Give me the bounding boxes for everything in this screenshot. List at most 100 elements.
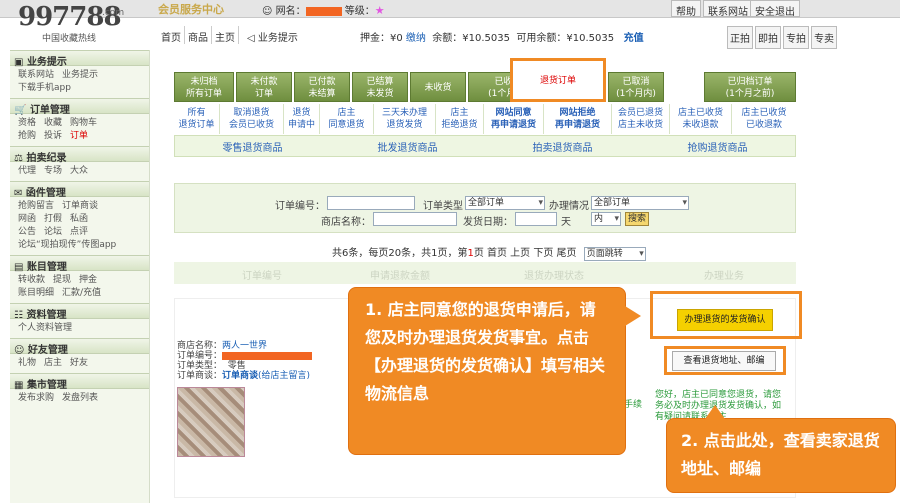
tab-cancelled[interactable]: 已取消 (1个月内): [608, 72, 664, 102]
tab3-wholesale[interactable]: 批发退货商品: [330, 139, 485, 154]
sidebar-head-market[interactable]: ▦ 集市管理: [10, 373, 149, 391]
tab-line: 未收货: [424, 83, 452, 93]
view-return-address-button[interactable]: 查看退货地址、邮编: [672, 351, 776, 371]
sidebar-link[interactable]: 账目明细: [18, 288, 54, 298]
sidebar-link[interactable]: 资格: [18, 118, 36, 128]
pay-deposit-link[interactable]: 缴纳: [406, 33, 426, 44]
tab2-not-refunded[interactable]: 店主已收货 未收退款: [670, 104, 732, 134]
user-label: 网名：: [275, 6, 306, 17]
within-select[interactable]: 内: [591, 212, 621, 226]
sidebar-link[interactable]: 业务提示: [62, 70, 98, 80]
sidebar-link[interactable]: 大众: [70, 166, 88, 176]
product-thumbnail[interactable]: [177, 387, 245, 457]
sidebar-link[interactable]: 汇款/充值: [62, 288, 101, 298]
help-link[interactable]: 帮助: [671, 0, 701, 18]
sidebar-link[interactable]: 投诉: [44, 131, 62, 141]
pager-nav[interactable]: 页 首页 上页 下页 尾页: [474, 248, 577, 259]
sidebar-link[interactable]: 联系网站: [18, 70, 54, 80]
nav-zhengpai[interactable]: 正拍: [727, 26, 753, 49]
tab-line: 退货订单: [178, 120, 215, 130]
sidebar-link[interactable]: 发布求购: [18, 393, 54, 403]
tab3-retail[interactable]: 零售退货商品: [175, 139, 330, 154]
sidebar-link[interactable]: 打假: [44, 214, 62, 224]
tab-line: 退货订单: [539, 76, 576, 86]
sidebar-link[interactable]: 抢购: [18, 131, 36, 141]
confirm-return-shipment-button[interactable]: 办理退货的发货确认: [677, 309, 773, 331]
sidebar-link[interactable]: 个人资料管理: [18, 323, 72, 333]
tab3-rush[interactable]: 抢购退货商品: [640, 139, 795, 154]
tab-archived[interactable]: 已归档订单 (1个月之前): [704, 72, 796, 102]
tab-return-orders[interactable]: 退货订单: [510, 58, 606, 102]
sidebar-link[interactable]: 代理: [18, 166, 36, 176]
tab3-auction[interactable]: 拍卖退货商品: [485, 139, 640, 154]
sidebar-link[interactable]: 论坛: [44, 227, 62, 237]
tab2-three-days[interactable]: 三天未办理 退货发货: [374, 104, 436, 134]
tab-line: (1个月内): [616, 89, 656, 99]
tab-settled-unshipped[interactable]: 已结算 未发货: [352, 72, 408, 102]
tab2-all-returns[interactable]: 所有 退货订单: [174, 104, 220, 134]
sidebar-link[interactable]: 网函: [18, 214, 36, 224]
nav-home[interactable]: 首页: [158, 26, 185, 44]
sidebar-link[interactable]: 论坛“现拍现传”传图app: [18, 240, 116, 250]
sidebar-link-orders[interactable]: 订单: [70, 131, 88, 141]
order-chat-link[interactable]: 订单商谈: [222, 371, 258, 381]
order-type-select[interactable]: 全部订单: [465, 196, 545, 210]
sidebar-link[interactable]: 押金: [79, 275, 97, 285]
tab-unarchived-all[interactable]: 未归档 所有订单: [174, 72, 234, 102]
sidebar-link[interactable]: 专场: [44, 166, 62, 176]
nav-zhuanmai[interactable]: 专卖: [811, 26, 837, 49]
sidebar-head-tips[interactable]: ▣ 业务提示: [10, 50, 149, 68]
sidebar-head-letters[interactable]: ✉ 函件管理: [10, 181, 149, 199]
tab2-cancel-return[interactable]: 取消退货 会员已收货: [220, 104, 284, 134]
sidebar-link[interactable]: 购物车: [70, 118, 97, 128]
nav-jipai[interactable]: 即拍: [755, 26, 781, 49]
main-nav: 首页 商品 主页 ◁ 业务提示 押金：¥0 缴纳 余额：¥10.5035 可用余…: [158, 26, 800, 46]
sidebar-link[interactable]: 收藏: [44, 118, 62, 128]
sidebar-head-friends[interactable]: ☺ 好友管理: [10, 338, 149, 356]
callout-step1: 1. 店主同意您的退货申请后，请您及时办理退货发货事宜。点击【办理退货的发货确认…: [348, 287, 641, 455]
tab2-applying[interactable]: 退货 申请中: [284, 104, 320, 134]
tab2-owner-refused[interactable]: 店主 拒绝退货: [436, 104, 484, 134]
nav-mainpage[interactable]: 主页: [212, 26, 239, 44]
sidebar-link[interactable]: 点评: [70, 227, 88, 237]
sidebar-link[interactable]: 私函: [70, 214, 88, 224]
sidebar-head-orders[interactable]: 🛒 订单管理: [10, 98, 149, 116]
sidebar-head-auction[interactable]: ⚖ 拍卖纪录: [10, 146, 149, 164]
tab-not-received[interactable]: 未收货: [410, 72, 466, 102]
contact-site-link[interactable]: 联系网站: [703, 0, 753, 18]
tab2-site-refused[interactable]: 网站拒绝 再申请退货: [544, 104, 612, 134]
site-logo[interactable]: 997788 .com 中国收藏热线: [18, 4, 138, 44]
tab2-site-agreed[interactable]: 网站同意 再申请退货: [484, 104, 544, 134]
sidebar-head-profile[interactable]: ☷ 资料管理: [10, 303, 149, 321]
sidebar-link[interactable]: 提现: [53, 275, 71, 285]
tab-unpaid[interactable]: 未付款 订单: [236, 72, 292, 102]
tab-line: 已取消: [622, 77, 650, 87]
order-no-input[interactable]: [327, 196, 415, 210]
shop-input[interactable]: [373, 212, 457, 226]
sidebar-head-accounts[interactable]: ▤ 账目管理: [10, 255, 149, 273]
logout-link[interactable]: 安全退出: [750, 0, 800, 18]
search-button[interactable]: 搜索: [625, 212, 650, 226]
sidebar-link[interactable]: 转收款: [18, 275, 45, 285]
nav-goods[interactable]: 商品: [185, 26, 212, 44]
tab2-refunded[interactable]: 店主已收货 已收退款: [732, 104, 796, 134]
nav-zhuanpai[interactable]: 专拍: [783, 26, 809, 49]
shop-name-link[interactable]: 两人一世界: [222, 341, 267, 351]
tab-paid-unsettled[interactable]: 已付款 未结算: [294, 72, 350, 102]
handle-select[interactable]: 全部订单: [591, 196, 689, 210]
recharge-link[interactable]: 充值: [624, 33, 644, 44]
handle-label: 办理情况: [549, 201, 589, 212]
sidebar-link[interactable]: 店主: [44, 358, 62, 368]
sidebar-link[interactable]: 公告: [18, 227, 36, 237]
nav-tip[interactable]: ◁ 业务提示: [239, 26, 306, 47]
sidebar-link[interactable]: 下载手机app: [18, 83, 71, 93]
sidebar-link[interactable]: 抢购留言: [18, 201, 54, 211]
ship-date-input[interactable]: [515, 212, 557, 226]
tab2-member-returned[interactable]: 会员已退货 店主未收货: [612, 104, 670, 134]
sidebar-link[interactable]: 礼物: [18, 358, 36, 368]
sidebar-link[interactable]: 发盘列表: [62, 393, 98, 403]
sidebar-link[interactable]: 订单商谈: [62, 201, 98, 211]
page-jump-select[interactable]: 页面跳转: [583, 247, 646, 261]
sidebar-link[interactable]: 好友: [70, 358, 88, 368]
tab2-owner-agreed[interactable]: 店主 同意退货: [320, 104, 374, 134]
